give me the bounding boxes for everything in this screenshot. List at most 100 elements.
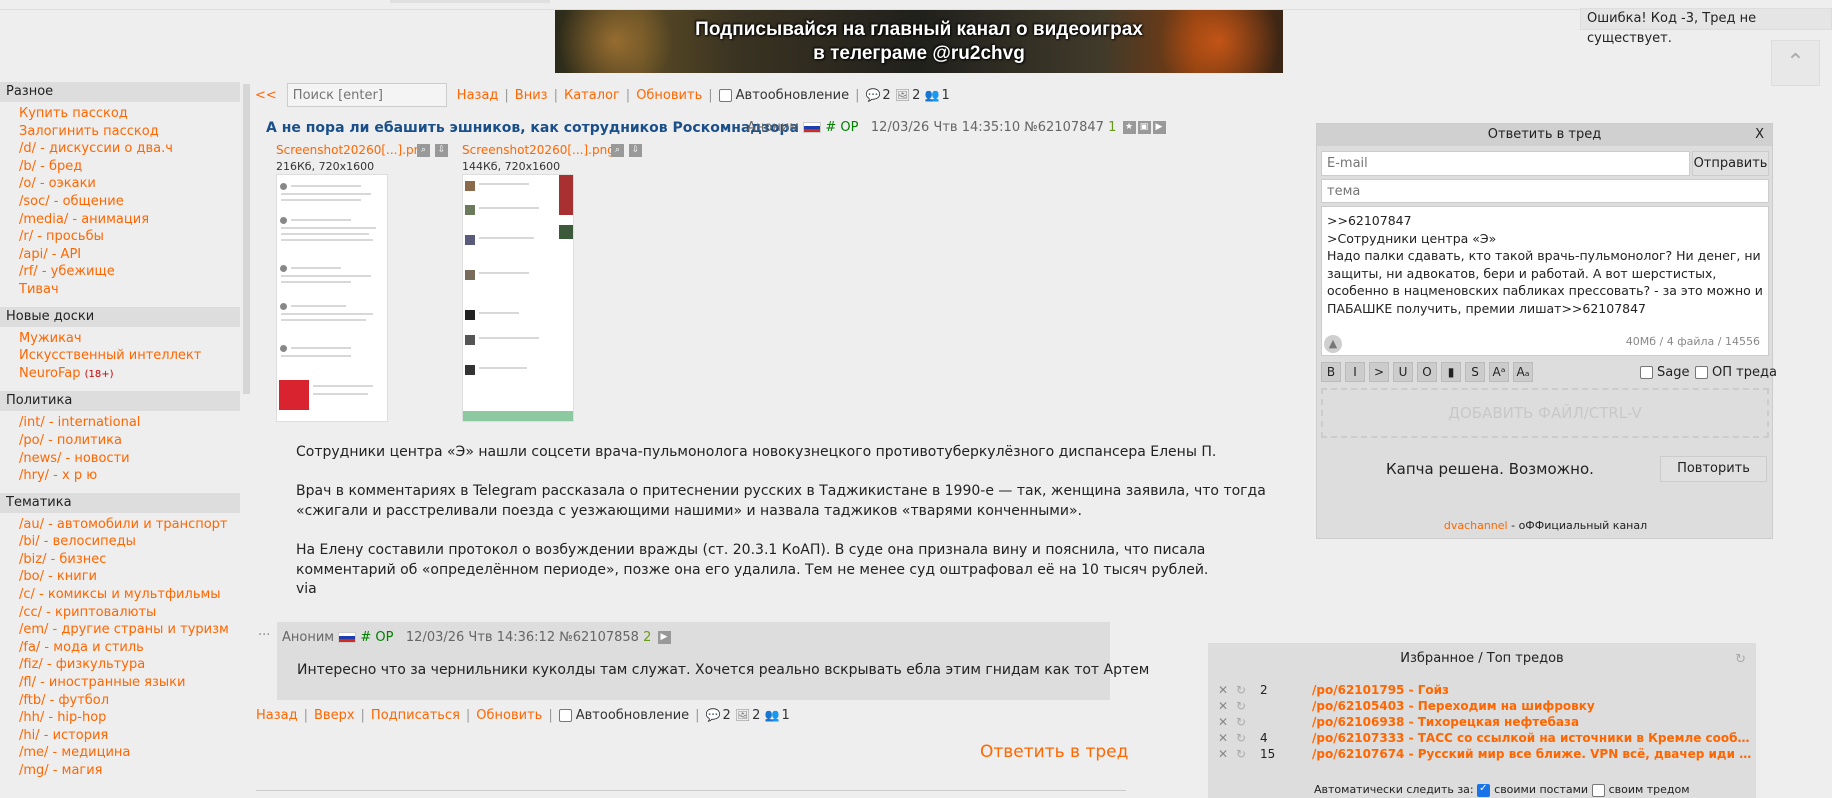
format-button[interactable]: O xyxy=(1417,362,1437,382)
channel-link[interactable]: dvachannel xyxy=(1444,519,1508,532)
back-link[interactable]: Назад xyxy=(256,708,298,723)
remove-icon[interactable]: ✕ xyxy=(1218,747,1228,761)
email-field[interactable] xyxy=(1321,151,1690,176)
search-image-icon[interactable]: ⌕ xyxy=(417,144,430,157)
format-button[interactable]: Aᵃ xyxy=(1489,362,1509,382)
own-thread-checkbox[interactable] xyxy=(1591,783,1605,797)
remove-icon[interactable]: ✕ xyxy=(1218,715,1228,729)
retry-button[interactable]: Повторить xyxy=(1660,456,1767,482)
image-thumbnail-2[interactable] xyxy=(462,174,574,422)
sidebar-item[interactable]: Мужикач xyxy=(0,330,240,348)
sidebar-item[interactable]: /fiz/ - физкультура xyxy=(0,656,240,674)
file-name-2[interactable]: Screenshot20260[...].png xyxy=(462,143,615,157)
message-textarea[interactable]: >>62107847 >Сотрудники центра «Э» Надо п… xyxy=(1321,206,1769,356)
refresh-icon[interactable]: ↻ xyxy=(1236,747,1246,761)
sidebar-item[interactable]: /mg/ - магия xyxy=(0,762,240,780)
ad-banner[interactable]: Подписывайся на главный канал о видеоигр… xyxy=(555,10,1283,73)
sidebar-item[interactable]: /api/ - API xyxy=(0,246,240,264)
subscribe-link[interactable]: Подписаться xyxy=(371,708,460,723)
sidebar-item[interactable]: /ftb/ - футбол xyxy=(0,692,240,710)
favorite-link[interactable]: /po/62105403 - Переходим на шифровку xyxy=(1312,699,1752,713)
expand-icon[interactable]: ▶ xyxy=(1152,121,1166,134)
format-button[interactable]: Aₐ xyxy=(1513,362,1533,382)
post-menu-icon[interactable]: ... xyxy=(258,624,270,639)
file-dropzone[interactable]: ДОБАВИТЬ ФАЙЛ/CTRL-V xyxy=(1321,388,1769,438)
download-icon[interactable]: ⇩ xyxy=(435,144,448,157)
sidebar-scrollbar[interactable] xyxy=(243,84,250,394)
refresh-icon[interactable]: ↻ xyxy=(1236,715,1246,729)
sidebar-item[interactable]: /po/ - политика xyxy=(0,432,240,450)
sidebar-item[interactable]: /d/ - дискуссии о два.ч xyxy=(0,140,240,158)
op-option[interactable]: ОП треда xyxy=(1695,365,1777,380)
favorite-link[interactable]: /po/62106938 - Тихорецкая нефтебаза xyxy=(1312,715,1752,729)
sidebar-item[interactable]: NeuroFap (18+) xyxy=(0,365,240,384)
sidebar-item[interactable]: /c/ - комиксы и мультфильмы xyxy=(0,586,240,604)
report-icon[interactable]: ▣ xyxy=(1137,121,1151,134)
sidebar-item[interactable]: /hry/ - х р ю xyxy=(0,467,240,485)
expand-icon[interactable]: ▶ xyxy=(657,631,671,644)
format-button[interactable]: ▮ xyxy=(1441,362,1461,382)
sidebar-item[interactable]: /rf/ - убежище xyxy=(0,263,240,281)
sidebar-item[interactable]: /cc/ - криптовалюты xyxy=(0,604,240,622)
catalog-link[interactable]: Каталог xyxy=(564,88,620,103)
sidebar-item[interactable]: /au/ - автомобили и транспорт xyxy=(0,516,240,534)
remove-icon[interactable]: ✕ xyxy=(1218,699,1228,713)
op-num[interactable]: №62107847 xyxy=(1024,120,1104,135)
sidebar-item[interactable]: /b/ - бред xyxy=(0,158,240,176)
sidebar-item[interactable]: /biz/ - бизнес xyxy=(0,551,240,569)
sidebar-item[interactable]: /em/ - другие страны и туризм xyxy=(0,621,240,639)
format-button[interactable]: > xyxy=(1369,362,1389,382)
format-button[interactable]: B xyxy=(1321,362,1341,382)
back-arrows-link[interactable]: << xyxy=(255,88,277,103)
image-thumbnail-1[interactable] xyxy=(276,174,388,422)
sidebar-item[interactable]: /int/ - international xyxy=(0,414,240,432)
sidebar-item[interactable]: Купить пасскод xyxy=(0,105,240,123)
remove-icon[interactable]: ✕ xyxy=(1218,683,1228,697)
sage-option[interactable]: Sage xyxy=(1640,365,1689,380)
sidebar-item[interactable]: /r/ - просьбы xyxy=(0,228,240,246)
sidebar-item[interactable]: /fl/ - иностранные языки xyxy=(0,674,240,692)
back-link[interactable]: Назад xyxy=(457,88,499,103)
refresh-icon[interactable]: ↻ xyxy=(1735,652,1746,667)
refresh-icon[interactable]: ↻ xyxy=(1236,731,1246,745)
format-button[interactable]: S xyxy=(1465,362,1485,382)
sidebar-item[interactable]: /soc/ - общение xyxy=(0,193,240,211)
sidebar-item[interactable]: /bi/ - велосипеды xyxy=(0,533,240,551)
sidebar-item[interactable]: /fa/ - мода и стиль xyxy=(0,639,240,657)
download-icon[interactable]: ⇩ xyxy=(629,144,642,157)
reply-num[interactable]: №62107858 xyxy=(559,630,639,645)
remove-icon[interactable]: ✕ xyxy=(1218,731,1228,745)
down-link[interactable]: Вниз xyxy=(515,88,548,103)
sidebar-item[interactable]: Тивач xyxy=(0,281,240,299)
sidebar-item[interactable]: Залогинить пасскод xyxy=(0,123,240,141)
refresh-link[interactable]: Обновить xyxy=(636,88,702,103)
favorite-link[interactable]: /po/62107674 - Русский мир все ближе. VP… xyxy=(1312,747,1752,761)
sidebar-item[interactable]: /media/ - анимация xyxy=(0,211,240,229)
own-posts-checkbox[interactable] xyxy=(1477,783,1491,797)
sidebar-item[interactable]: /hh/ - hip-hop xyxy=(0,709,240,727)
refresh-icon[interactable]: ↻ xyxy=(1236,683,1246,697)
refresh-link[interactable]: Обновить xyxy=(476,708,542,723)
file-name-1[interactable]: Screenshot20260[...].png xyxy=(276,143,429,157)
subject-field[interactable] xyxy=(1321,179,1769,203)
autorefresh-checkbox[interactable] xyxy=(558,708,572,722)
hide-icon[interactable]: ★ xyxy=(1122,121,1136,134)
form-header[interactable]: Ответить в тред X xyxy=(1317,124,1772,146)
search-image-icon[interactable]: ⌕ xyxy=(611,144,624,157)
format-button[interactable]: I xyxy=(1345,362,1365,382)
sidebar-item[interactable]: /news/ - новости xyxy=(0,450,240,468)
format-button[interactable]: U xyxy=(1393,362,1413,382)
reply-in-thread-link[interactable]: Ответить в тред xyxy=(980,742,1128,762)
refresh-icon[interactable]: ↻ xyxy=(1236,699,1246,713)
close-icon[interactable]: X xyxy=(1755,124,1764,146)
sidebar-item[interactable]: /o/ - оэкаки xyxy=(0,175,240,193)
op-checkbox[interactable] xyxy=(1695,366,1708,379)
search-input[interactable] xyxy=(286,83,447,107)
favorite-link[interactable]: /po/62107333 - ТАСС со ссылкой на источн… xyxy=(1312,731,1752,745)
autorefresh-checkbox[interactable] xyxy=(718,88,732,102)
sidebar-item[interactable]: /hi/ - история xyxy=(0,727,240,745)
scroll-up-button[interactable]: ⌃ xyxy=(1771,40,1820,86)
up-link[interactable]: Вверх xyxy=(314,708,355,723)
send-button[interactable]: Отправить xyxy=(1692,151,1769,176)
sage-checkbox[interactable] xyxy=(1640,366,1653,379)
